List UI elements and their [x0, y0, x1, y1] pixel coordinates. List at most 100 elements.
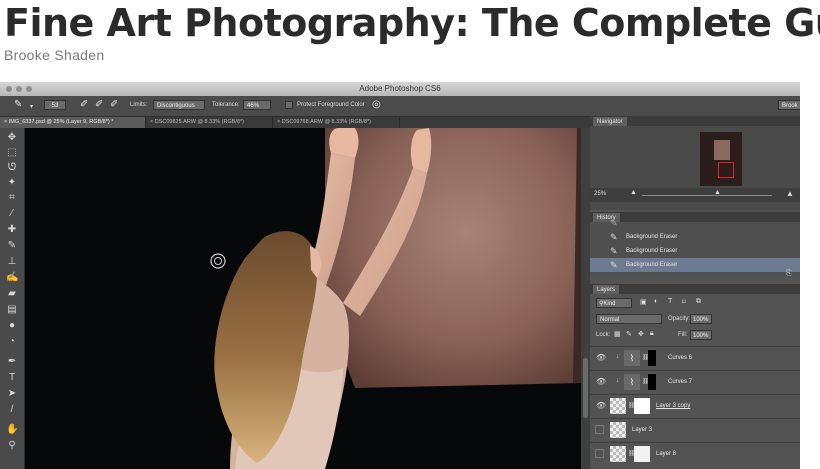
navigator-zoom-slider[interactable] [642, 195, 772, 196]
layer-mask-thumbnail[interactable] [648, 374, 656, 390]
brush-icon[interactable]: ✎ [6, 240, 18, 252]
layer-filter-select[interactable]: ⚲Kind [596, 298, 632, 308]
tolerance-label: Tolerance: [212, 102, 240, 108]
layer-row-layer-3[interactable]: Layer 3 [590, 418, 800, 442]
canvas-vertical-scrollbar[interactable] [581, 128, 590, 469]
sampling-continuous-icon[interactable]: ✐ [80, 99, 88, 110]
tolerance-input[interactable]: 46% [243, 100, 271, 110]
eraser-icon[interactable]: ▰ [6, 288, 18, 300]
navigator-zoom-value[interactable]: 25% [594, 191, 606, 197]
zoom-slider-thumb[interactable]: ▲ [714, 189, 721, 196]
background-eraser-icon: ✎ [610, 260, 618, 270]
filter-shape-icon[interactable]: ⌑ [682, 298, 686, 306]
eye-icon[interactable]: 👁︎ [596, 401, 606, 410]
stamp-icon[interactable]: ⊥ [6, 256, 18, 268]
scrollbar-thumb[interactable] [583, 358, 588, 418]
navigator-preview-area: 25% ▲ ▲ ▲ [590, 126, 800, 210]
gradient-icon[interactable]: ▤ [6, 304, 18, 316]
sampling-once-icon[interactable]: ✐ [95, 99, 103, 110]
course-author[interactable]: Brooke Shaden [4, 47, 104, 63]
layer-mask-thumbnail[interactable] [634, 398, 650, 414]
lasso-icon[interactable]: ᘎ [6, 162, 18, 174]
fill-input[interactable]: 100% [690, 330, 712, 340]
layer-name[interactable]: Curves 6 [668, 355, 692, 361]
crop-icon[interactable]: ⌗ [6, 192, 18, 204]
close-tab-icon[interactable]: × [4, 119, 7, 125]
layer-thumbnail[interactable] [610, 398, 626, 414]
layer-thumbnail[interactable] [610, 446, 626, 462]
lock-transparent-icon[interactable]: ▦ [614, 330, 621, 338]
shape-icon[interactable]: / [6, 404, 18, 416]
layer-row-layer-3-copy[interactable]: 👁︎ ⛓ Layer 3 copy [590, 394, 800, 418]
history-item-partial[interactable]: ✎ [590, 216, 800, 230]
protect-foreground-checkbox[interactable] [285, 101, 293, 109]
workspace-switcher[interactable]: Brook [778, 100, 800, 110]
history-brush-icon[interactable]: ✍ [6, 272, 18, 284]
lock-image-icon[interactable]: ✎ [626, 330, 632, 338]
history-item-selected[interactable]: ✎ Background Eraser [590, 258, 800, 272]
eye-icon[interactable]: 👁︎ [596, 377, 606, 386]
limits-select[interactable]: Discontiguous [153, 100, 205, 110]
history-item[interactable]: ✎ Background Eraser [590, 230, 800, 244]
navigator-view-box[interactable] [718, 162, 734, 178]
quick-select-icon[interactable]: ✦ [6, 177, 18, 189]
layer-row-curves-7[interactable]: 👁︎ ↓ ⌇ ⛓ Curves 7 [590, 370, 800, 394]
lock-position-icon[interactable]: ✥ [638, 330, 644, 338]
navigator-thumbnail [700, 132, 742, 186]
path-select-icon[interactable]: ➤ [6, 388, 18, 400]
filter-smart-object-icon[interactable]: ⧉ [696, 298, 701, 306]
photoshop-window: Adobe Photoshop CS6 ✎ ▾ 53 ✐ ✐ ✐ Limits:… [0, 82, 800, 469]
history-item[interactable]: ✎ Background Eraser [590, 244, 800, 258]
clip-icon: ↓ [616, 378, 619, 384]
photo-dancer-image [25, 128, 581, 469]
close-tab-icon[interactable]: × [277, 119, 280, 125]
zoom-icon[interactable]: ⚲ [6, 440, 18, 452]
navigator-zoom-bar: 25% ▲ ▲ ▲ [590, 188, 800, 202]
blur-icon[interactable]: ● [6, 320, 18, 332]
layer-mask-thumbnail[interactable] [634, 446, 650, 462]
dodge-icon[interactable]: ◔ [6, 336, 18, 348]
layer-thumbnail[interactable] [610, 422, 626, 438]
pen-icon[interactable]: ✒ [6, 356, 18, 368]
sampling-swatch-icon[interactable]: ✐ [110, 99, 118, 110]
visibility-toggle[interactable] [595, 425, 604, 434]
lock-all-icon[interactable]: 🔒︎ [650, 330, 654, 338]
hand-icon[interactable]: ✋ [6, 424, 18, 436]
layer-row-curves-6[interactable]: 👁︎ ↓ ⌇ ⛓ Curves 6 [590, 346, 800, 370]
history-item-label: Background Eraser [626, 234, 678, 240]
visibility-toggle[interactable] [595, 449, 604, 458]
clip-icon: ↓ [616, 354, 619, 360]
filter-adjustment-icon[interactable]: ◐ [654, 298, 658, 305]
zoom-out-icon[interactable]: ▲ [630, 189, 637, 196]
layer-name[interactable]: Curves 7 [668, 379, 692, 385]
layer-name[interactable]: Layer 8 [656, 451, 676, 457]
brush-size-picker[interactable]: 53 [44, 100, 66, 110]
zoom-in-icon[interactable]: ▲ [786, 189, 794, 198]
layer-mask-thumbnail[interactable] [648, 350, 656, 366]
chevron-down-icon[interactable]: ▾ [30, 103, 33, 110]
opacity-label: Opacity: [668, 316, 691, 322]
eyedropper-icon[interactable]: ⁄ [6, 208, 18, 220]
move-icon[interactable]: ✥ [6, 132, 18, 144]
filter-type-icon[interactable]: T [668, 298, 672, 305]
filter-pixel-icon[interactable]: ▣ [640, 298, 647, 306]
blend-mode-select[interactable]: Normal [596, 314, 662, 324]
background-eraser-tool-icon[interactable]: ✎ [14, 99, 22, 110]
doc-tab-img-6337[interactable]: × IMG_6337.psd @ 25% (Layer 9, RGB/8*) * [0, 117, 146, 128]
layer-name[interactable]: Layer 3 [632, 427, 652, 433]
healing-brush-icon[interactable]: ✚ [6, 224, 18, 236]
eye-icon[interactable]: 👁︎ [596, 353, 606, 362]
layer-name[interactable]: Layer 3 copy [656, 403, 690, 409]
marquee-icon[interactable]: ⬚ [6, 147, 18, 159]
new-snapshot-icon[interactable]: ⎘ [786, 270, 792, 278]
type-icon[interactable]: T [6, 372, 18, 384]
pressure-size-icon[interactable]: ◎ [372, 99, 381, 110]
doc-tab-dsc09768[interactable]: × DSC09768.ARW @ 8.33% (RGB/8*) [273, 117, 400, 128]
close-tab-icon[interactable]: × [150, 119, 153, 125]
curves-icon: ⌇ [624, 350, 640, 366]
background-eraser-icon: ✎ [610, 232, 618, 242]
doc-tab-dsc09825[interactable]: × DSC09825.ARW @ 8.33% (RGB/8*) [146, 117, 273, 128]
document-canvas[interactable] [25, 128, 581, 469]
layer-row-layer-8[interactable]: ⛓ Layer 8 [590, 442, 800, 466]
opacity-input[interactable]: 100% [690, 314, 712, 324]
